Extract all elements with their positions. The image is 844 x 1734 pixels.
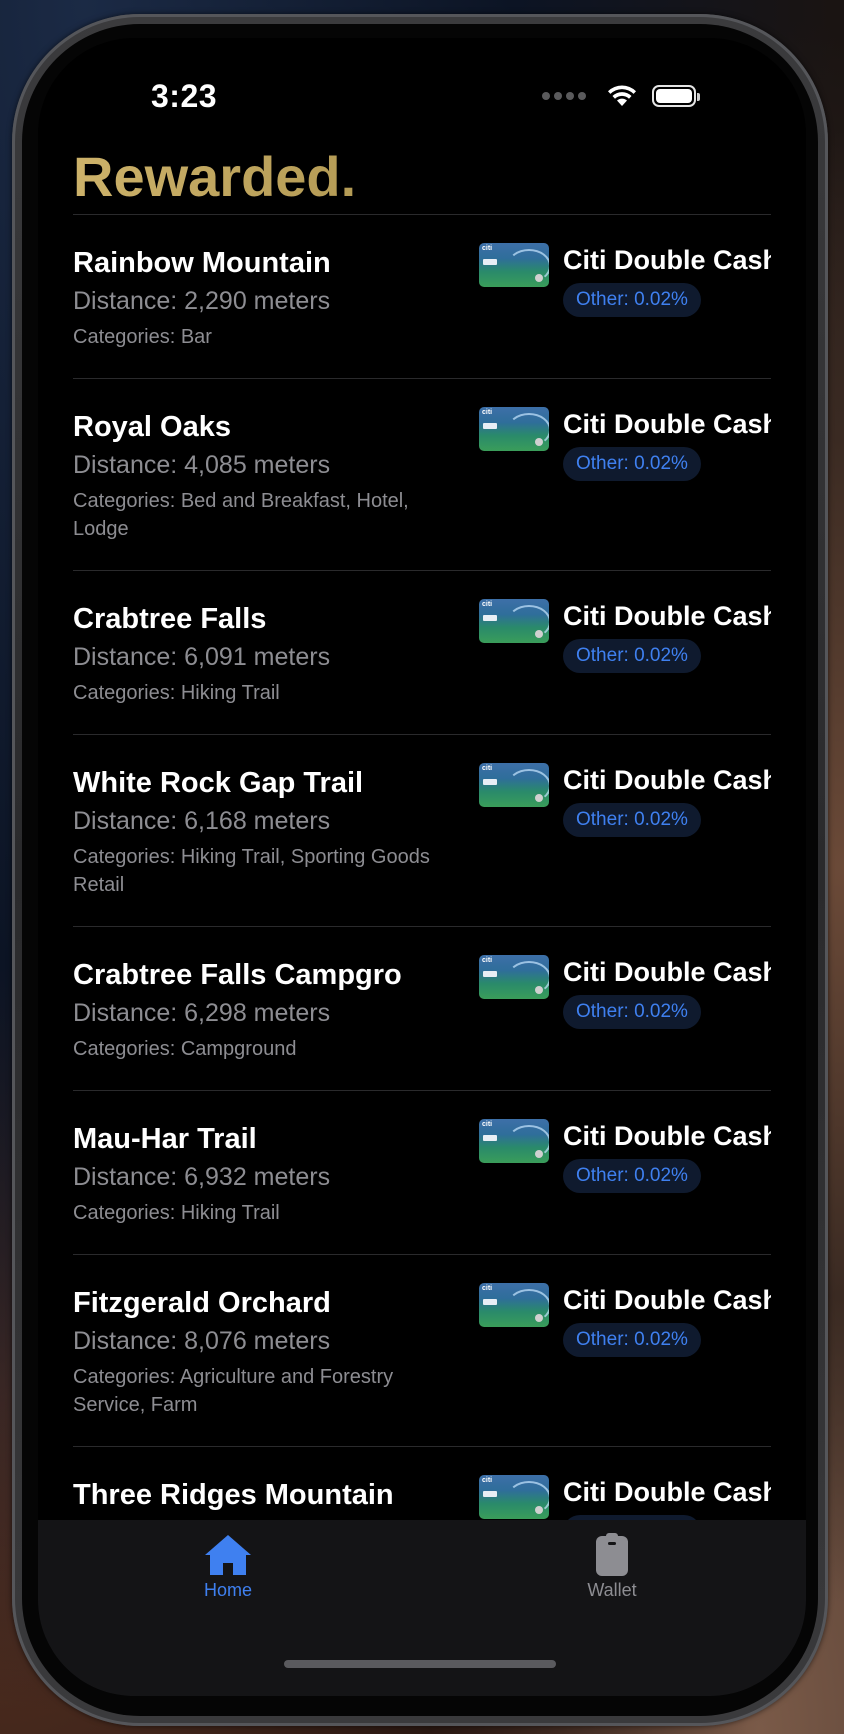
place-name: Mau-Har Trail: [73, 1123, 257, 1155]
credit-card-icon: citi: [479, 763, 549, 807]
page-title: Rewarded.: [73, 145, 357, 208]
wifi-icon: [608, 85, 636, 106]
status-icons: [542, 84, 700, 108]
list-item[interactable]: Fitzgerald Orchard Distance: 8,076 meters…: [73, 1255, 771, 1447]
place-name: Royal Oaks: [73, 411, 231, 443]
list-item[interactable]: Mau-Har Trail Distance: 6,932 meters Categ…: [73, 1091, 771, 1255]
credit-card-icon: citi: [479, 599, 549, 643]
place-distance: Distance: 4,085 meters: [73, 451, 331, 479]
place-categories: Categories: Hiking Trail, Sporting Goods…: [73, 846, 430, 896]
tab-home-label: Home: [203, 1580, 252, 1600]
list-item[interactable]: White Rock Gap Trail Distance: 6,168 mete…: [73, 735, 771, 927]
home-indicator[interactable]: [284, 1660, 556, 1668]
card-name: Citi Double Cash: [563, 409, 771, 439]
reward-badge: Other: 0.02%: [563, 283, 701, 317]
rewards-list[interactable]: Rainbow Mountain Distance: 2,290 meters Ca…: [73, 215, 771, 1595]
place-name: Rainbow Mountain: [73, 247, 331, 279]
reward-badge: Other: 0.02%: [563, 1323, 701, 1357]
place-categories: Categories: Agriculture and Forestry Ser…: [73, 1366, 394, 1416]
place-categories: Categories: Campground: [73, 1038, 297, 1060]
reward-badge: Other: 0.02%: [563, 447, 701, 481]
card-name: Citi Double Cash: [563, 765, 771, 795]
reward-badge: Other: 0.02%: [563, 639, 701, 673]
place-name: Fitzgerald Orchard: [73, 1287, 331, 1319]
card-name: Citi Double Cash: [563, 245, 771, 275]
house-icon: [205, 1535, 251, 1575]
place-distance: Distance: 2,290 meters: [73, 287, 331, 315]
place-categories: Categories: Hiking Trail: [73, 1202, 280, 1224]
place-categories: Categories: Bed and Breakfast, Hotel, Lo…: [73, 490, 409, 540]
list-item[interactable]: Crabtree Falls Campgro Distance: 6,298 me…: [73, 927, 771, 1091]
phone-screen: 3:23 Rewarded. Rainbow Mountain Distance:…: [38, 38, 806, 1696]
tab-home[interactable]: Home: [168, 1532, 288, 1601]
list-item[interactable]: Rainbow Mountain Distance: 2,290 meters Ca…: [73, 215, 771, 379]
list-item[interactable]: Royal Oaks Distance: 4,085 meters Categori…: [73, 379, 771, 571]
credit-card-icon: citi: [479, 1119, 549, 1163]
place-name: Three Ridges Mountain: [73, 1479, 394, 1511]
place-info: Royal Oaks Distance: 4,085 meters Categori…: [73, 409, 453, 543]
status-bar: 3:23: [38, 38, 806, 158]
place-distance: Distance: 8,076 meters: [73, 1327, 331, 1355]
wallet-icon: [596, 1533, 628, 1576]
cellular-signal-icon: [542, 92, 586, 100]
place-info: Crabtree Falls Campgro Distance: 6,298 me…: [73, 957, 453, 1063]
place-name: Crabtree Falls: [73, 603, 267, 635]
list-item[interactable]: Crabtree Falls Distance: 6,091 meters Cate…: [73, 571, 771, 735]
place-categories: Categories: Bar: [73, 326, 212, 348]
place-info: Fitzgerald Orchard Distance: 8,076 meters…: [73, 1285, 453, 1419]
battery-icon: [652, 85, 700, 107]
reward-badge: Other: 0.02%: [563, 995, 701, 1029]
credit-card-icon: citi: [479, 407, 549, 451]
place-info: White Rock Gap Trail Distance: 6,168 mete…: [73, 765, 453, 899]
place-distance: Distance: 6,932 meters: [73, 1163, 331, 1191]
status-time: 3:23: [151, 78, 218, 114]
credit-card-icon: citi: [479, 243, 549, 287]
place-name: White Rock Gap Trail: [73, 767, 364, 799]
place-distance: Distance: 6,091 meters: [73, 643, 331, 671]
tab-wallet[interactable]: Wallet: [552, 1532, 672, 1601]
card-name: Citi Double Cash: [563, 1285, 771, 1315]
place-distance: Distance: 6,168 meters: [73, 807, 331, 835]
place-categories: Categories: Hiking Trail: [73, 682, 280, 704]
card-name: Citi Double Cash: [563, 601, 771, 631]
place-info: Rainbow Mountain Distance: 2,290 meters Ca…: [73, 245, 453, 351]
credit-card-icon: citi: [479, 955, 549, 999]
card-name: Citi Double Cash: [563, 1121, 771, 1151]
reward-badge: Other: 0.02%: [563, 1159, 701, 1193]
place-name: Crabtree Falls Campgro: [73, 959, 402, 991]
place-distance: Distance: 6,298 meters: [73, 999, 331, 1027]
place-info: Crabtree Falls Distance: 6,091 meters Cate…: [73, 601, 453, 707]
card-name: Citi Double Cash: [563, 957, 771, 987]
credit-card-icon: citi: [479, 1475, 549, 1519]
tab-bar: Home Wallet: [38, 1520, 806, 1696]
card-name: Citi Double Cash: [563, 1477, 771, 1507]
place-info: Mau-Har Trail Distance: 6,932 meters Categ…: [73, 1121, 453, 1227]
reward-badge: Other: 0.02%: [563, 803, 701, 837]
tab-wallet-label: Wallet: [587, 1580, 637, 1600]
credit-card-icon: citi: [479, 1283, 549, 1327]
